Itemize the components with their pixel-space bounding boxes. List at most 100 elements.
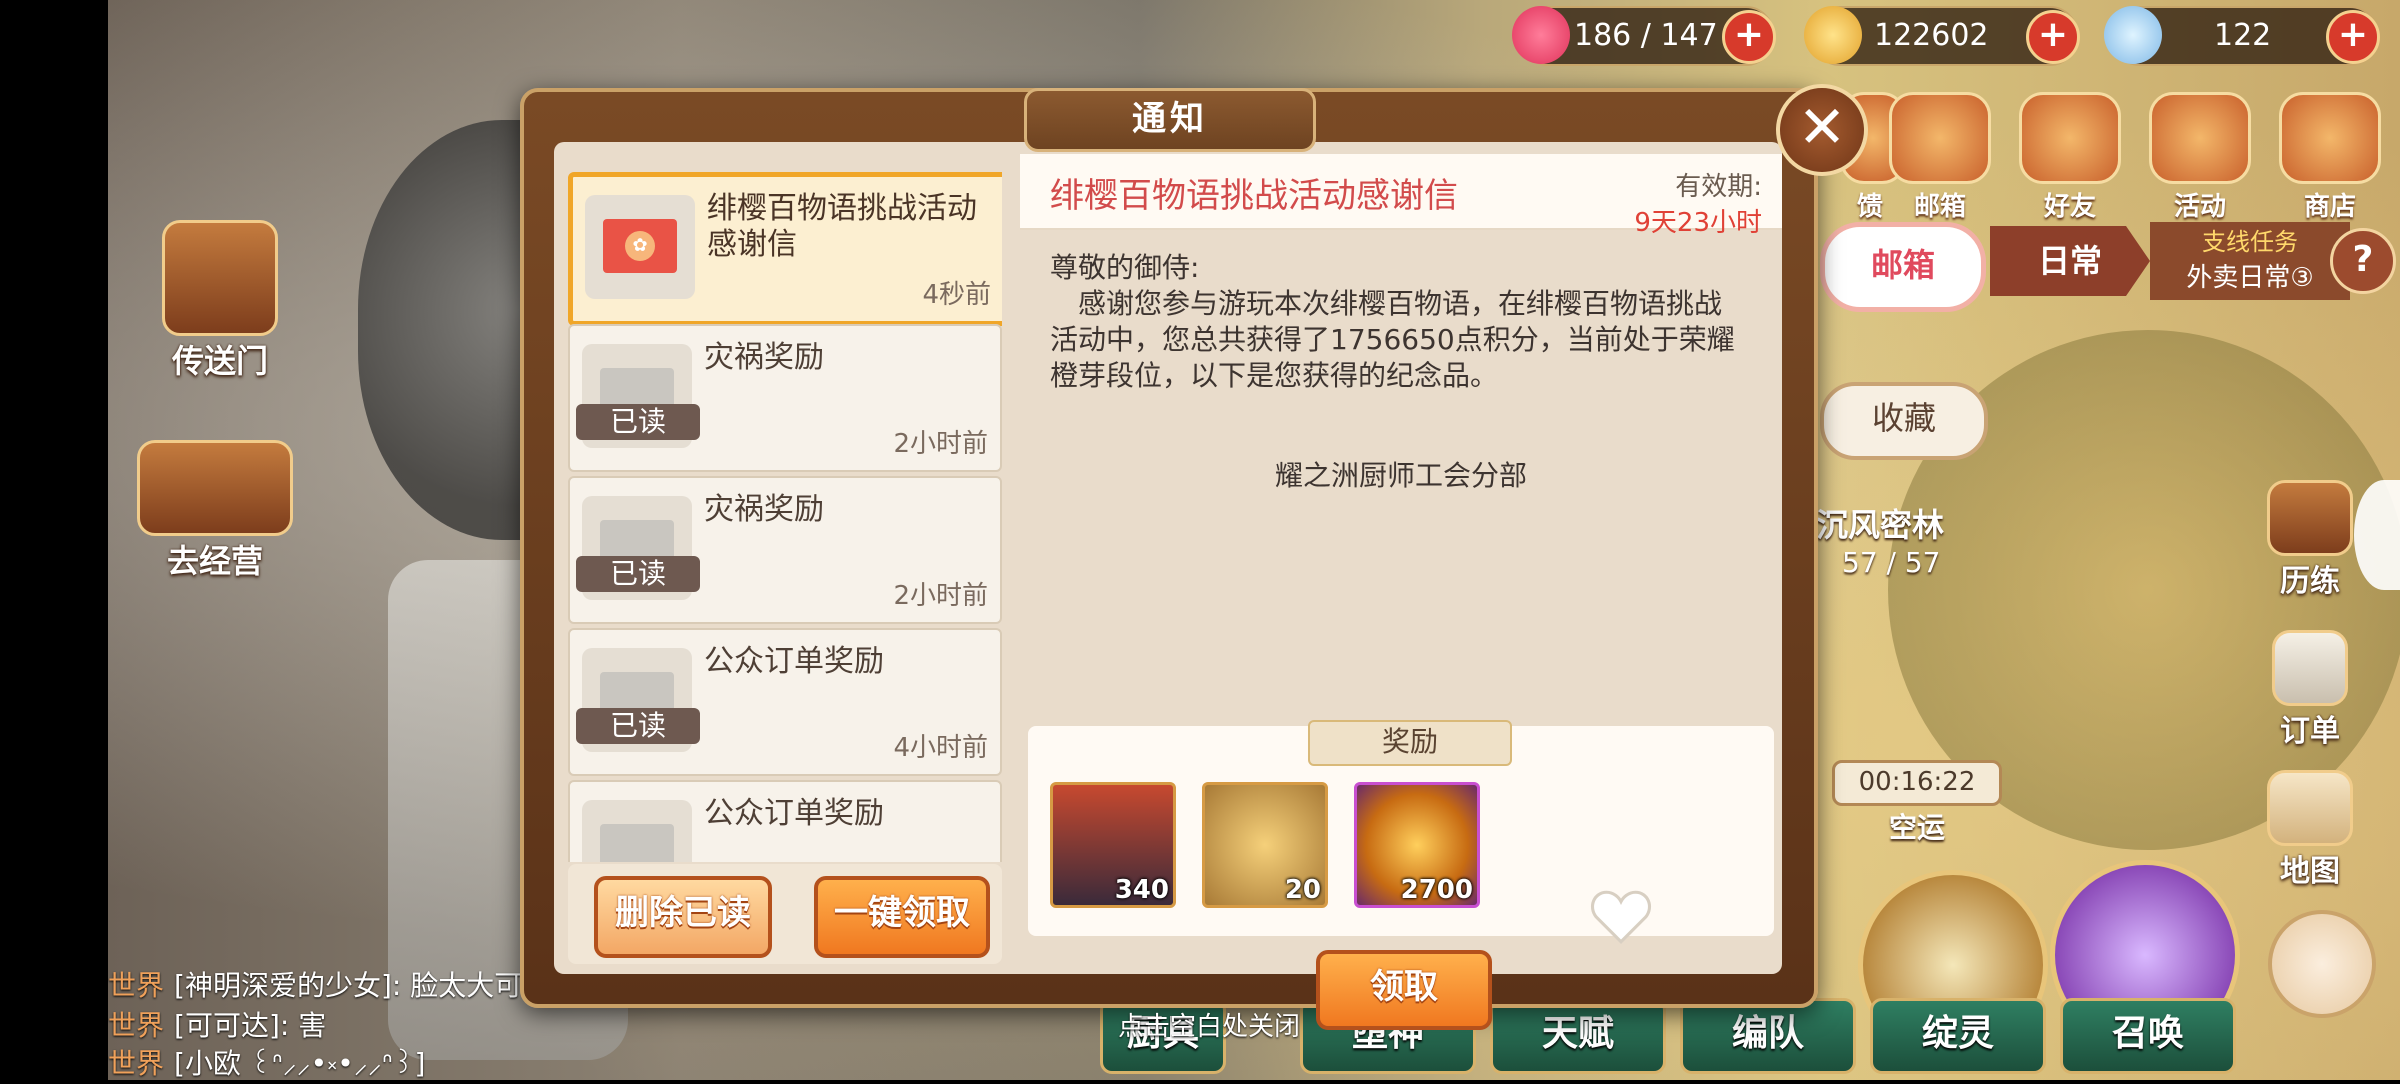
mail-title: 灾祸奖励	[704, 340, 824, 375]
golden-onion-icon[interactable]: 2700	[1354, 782, 1480, 908]
mail-item[interactable]: 已读 公众订单奖励 4小时前	[568, 628, 1002, 776]
side-quest-panel[interactable]: 支线任务 外卖日常③	[2150, 222, 2350, 300]
reward-title: 奖励	[1308, 720, 1512, 766]
mail-title: 绯樱百物语挑战活动感谢信	[707, 191, 977, 262]
reward-box: 奖励 340 20 2700	[1028, 720, 1774, 936]
mail-list[interactable]: ✿ 绯樱百物语挑战活动感谢信 4秒前 已读 灾祸奖励 2小时前 已读 灾祸奖励 …	[568, 172, 1002, 862]
mail-item[interactable]: 已读 灾祸奖励 2小时前	[568, 324, 1002, 472]
mail-title: 公众订单奖励	[704, 644, 884, 679]
mail-title: 公众订单奖励	[704, 796, 884, 831]
help-icon[interactable]: ?	[2330, 228, 2396, 294]
read-badge: 已读	[576, 556, 700, 592]
mail-line: 感谢您参与游玩本次绯樱百物语，在绯樱百物语挑战	[1050, 287, 1723, 320]
reward-qty: 340	[1114, 875, 1169, 905]
mail-time: 4小时前	[893, 733, 988, 763]
mail-greeting: 尊敬的御侍:	[1050, 251, 1200, 284]
mail-line: 橙芽段位，以下是您获得的纪念品。	[1050, 359, 1499, 392]
friends-icon	[2019, 92, 2121, 184]
side-quest-sub: 外卖日常③	[2186, 263, 2314, 293]
portal-label: 传送门	[171, 342, 268, 380]
star-event-icon	[2149, 92, 2251, 184]
menu-shop-label: 商店	[2303, 192, 2356, 222]
nav-formation[interactable]: 编队	[1680, 998, 1856, 1074]
close-hint: 点击空白处关闭	[1118, 1012, 1301, 1042]
mail-item[interactable]: 公众订单奖励	[568, 780, 1002, 862]
chat-text: [小欧 ꒰ᐢ⸝⸝•༝•⸝⸝ᐢ꒱]	[174, 1047, 426, 1080]
chat-channel: 世界	[108, 969, 165, 1002]
go-manage-button[interactable]: 去经营	[130, 440, 300, 582]
add-gold-button[interactable]: +	[2026, 10, 2080, 64]
mail-item-selected[interactable]: ✿ 绯樱百物语挑战活动感谢信 4秒前	[568, 172, 1002, 326]
airship-timer[interactable]: 00:16:22 空运	[1832, 760, 2002, 846]
location-plate[interactable]: 沉风密林 57 / 57	[1816, 500, 2016, 596]
envelope-open-icon	[582, 800, 692, 862]
add-gem-button[interactable]: +	[2326, 10, 2380, 64]
close-icon[interactable]: ✕	[1776, 84, 1868, 176]
red-envelope-icon: ✿	[585, 195, 695, 299]
valid-label: 有效期:	[1675, 172, 1762, 202]
claim-all-button[interactable]: 一键领取	[814, 876, 990, 958]
map-button[interactable]: 地图	[2250, 770, 2370, 890]
mail-time: 2小时前	[893, 429, 988, 459]
chat-channel: 世界	[108, 1047, 165, 1080]
stamina-value: 186 / 147	[1574, 18, 1718, 53]
swords-icon	[2267, 480, 2353, 556]
menu-events[interactable]: 活动	[2140, 92, 2260, 223]
golden-chain-icon[interactable]: 20	[1202, 782, 1328, 908]
gold-coin-icon	[1804, 6, 1862, 64]
detail-header: 绯樱百物语挑战活动感谢信 有效期: 9天23小时	[1020, 154, 1782, 238]
order-label: 订单	[2280, 714, 2340, 749]
side-quest-label: 支线任务	[2202, 228, 2298, 256]
location-name: 沉风密林	[1816, 506, 1945, 544]
heart-favorite-icon[interactable]	[1588, 884, 1654, 950]
nav-talent[interactable]: 天赋	[1490, 998, 1666, 1074]
shop-icon	[2279, 92, 2381, 184]
gold-value: 122602	[1874, 18, 1989, 53]
character-fragment-icon[interactable]: 340	[1050, 782, 1176, 908]
menu-events-label: 活动	[2173, 192, 2226, 222]
mailbox-icon	[1889, 92, 1991, 184]
read-badge: 已读	[576, 708, 700, 744]
mail-body: 尊敬的御侍: 感谢您参与游玩本次绯樱百物语，在绯樱百物语挑战 活动中，您总共获得…	[1050, 250, 1765, 394]
mailbox-tab[interactable]: 邮箱	[1820, 222, 1986, 312]
nav-bloom[interactable]: 绽灵	[1870, 998, 2046, 1074]
dialog-title: 通知	[1024, 88, 1316, 152]
chat-text: [神明深爱的少女]: 脸太大可	[174, 969, 523, 1002]
delete-read-button[interactable]: 删除已读	[594, 876, 772, 958]
menu-friends-label: 好友	[2043, 192, 2096, 222]
chat-text: [可可达]: 害	[174, 1009, 327, 1042]
daily-tab[interactable]: 日常	[1990, 226, 2150, 296]
mail-heading: 绯樱百物语挑战活动感谢信	[1050, 176, 1458, 216]
valid-value: 9天23小时	[1634, 208, 1762, 238]
order-button[interactable]: 订单	[2250, 630, 2370, 750]
claim-button[interactable]: 领取	[1316, 950, 1492, 1030]
reward-qty: 2700	[1400, 875, 1473, 905]
stamina-counter: 186 / 147 +	[1512, 6, 1776, 66]
utensils-icon[interactable]	[2268, 910, 2376, 1018]
trial-button[interactable]: 历练	[2250, 480, 2370, 600]
map-label: 地图	[2280, 854, 2340, 889]
portal-button[interactable]: 传送门	[150, 220, 290, 382]
add-stamina-button[interactable]: +	[1722, 10, 1776, 64]
mail-time: 4秒前	[922, 280, 991, 310]
timer-value: 00:16:22	[1832, 760, 2002, 806]
mail-time: 2小时前	[893, 581, 988, 611]
location-progress: 57 / 57	[1842, 546, 1941, 579]
reward-qty: 20	[1284, 875, 1321, 905]
nav-summon[interactable]: 召唤	[2060, 998, 2236, 1074]
menu-mailbox-label: 邮箱	[1913, 192, 1966, 222]
menu-mailbox[interactable]: 邮箱	[1880, 92, 2000, 223]
chat-line[interactable]: 世界 [可可达]: 害	[108, 1006, 668, 1046]
portal-icon	[162, 220, 278, 336]
menu-friends[interactable]: 好友	[2010, 92, 2130, 223]
timer-label: 空运	[1888, 811, 1945, 844]
map-scroll-icon	[2267, 770, 2353, 846]
collect-tab[interactable]: 收藏	[1820, 382, 1988, 460]
chat-line[interactable]: 世界 [小欧 ꒰ᐢ⸝⸝•༝•⸝⸝ᐢ꒱]	[108, 1044, 668, 1084]
read-badge: 已读	[576, 404, 700, 440]
gold-counter: 122602 +	[1804, 6, 2080, 66]
arrow-left-icon	[137, 440, 293, 536]
menu-shop[interactable]: 商店	[2270, 92, 2390, 223]
mail-item[interactable]: 已读 灾祸奖励 2小时前	[568, 476, 1002, 624]
notification-dialog: 通知 ✕ ✿ 绯樱百物语挑战活动感谢信 4秒前 已读 灾祸奖励 2小时前 已读 …	[520, 84, 1868, 1030]
